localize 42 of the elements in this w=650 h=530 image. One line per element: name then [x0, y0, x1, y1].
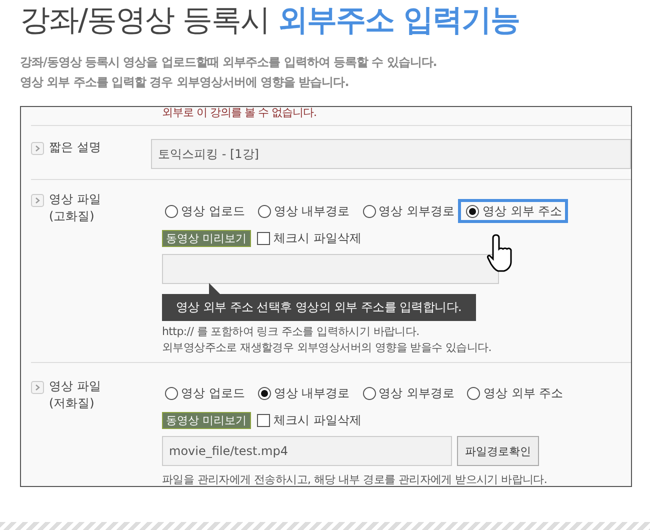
radio-button[interactable] [362, 386, 376, 400]
input-field[interactable] [162, 254, 499, 284]
path-check-button[interactable]: 파일경로확인 [457, 436, 539, 466]
description-text: 영상 외부 주소를 입력할 경우 외부영상서버에 영향을 받습니다. [20, 74, 350, 91]
field-label: (저화질) [49, 395, 96, 412]
field-label: 영상 파일 [49, 191, 101, 208]
radio-button[interactable] [467, 386, 480, 400]
checkbox-label: 체크시 파일삭제 [274, 412, 362, 429]
bullet-icon [31, 381, 44, 394]
preview-button[interactable]: 동영상 미리보기 [162, 412, 250, 429]
radio-label: 영상 외부 주소 [482, 202, 562, 220]
notice-text: 외부로 이 강의를 볼 수 없습니다. [162, 107, 316, 119]
help-text: 외부영상주소로 재생할경우 외부영상서버의 영향을 받을수 있습니다. [162, 340, 492, 356]
bullet-icon [31, 142, 44, 155]
checkbox[interactable] [256, 232, 270, 245]
radio-label: 영상 업로드 [181, 384, 245, 402]
radio-label: 영상 업로드 [181, 202, 245, 220]
input-field[interactable]: movie_file/test.mp4 [162, 436, 452, 466]
checkbox-label: 체크시 파일삭제 [274, 230, 362, 247]
page-title: 강좌/동영상 등록시 외부주소 입력기능 [20, 2, 521, 40]
field-label: 짧은 설명 [49, 139, 101, 156]
preview-button[interactable]: 동영상 미리보기 [162, 230, 250, 247]
radio-button[interactable] [165, 386, 178, 400]
radio-button[interactable] [466, 204, 480, 218]
radio-button[interactable] [258, 204, 271, 218]
tooltip: 영상 외부 주소 선택후 영상의 외부 주소를 입력합니다. [162, 283, 476, 321]
radio-label: 영상 외부경로 [378, 202, 454, 220]
field-label: 영상 파일 [49, 378, 101, 395]
radio-button[interactable] [258, 386, 271, 400]
help-text: http:// 를 포함하여 링크 주소를 입력하시기 바랍니다. [162, 324, 420, 340]
help-text: 파일을 관리자에게 전송하시고, 해당 내부 경로를 관리자에게 받으시기 바랍니다. [162, 472, 548, 486]
radio-label: 영상 내부경로 [274, 384, 350, 402]
radio-button[interactable] [165, 204, 178, 218]
radio-label: 영상 내부경로 [274, 202, 350, 220]
radio-label: 영상 외부 주소 [483, 384, 564, 402]
radio-label: 영상 외부경로 [378, 384, 454, 402]
bullet-icon [31, 194, 44, 207]
field-label: (고화질) [49, 208, 96, 225]
radio-button[interactable] [362, 204, 376, 218]
input-field[interactable]: 토익스피킹 - [1강] [151, 139, 631, 169]
description-text: 강좌/동영상 등록시 영상을 업로드할때 외부주소를 입력하여 등록할 수 있습니다. [20, 54, 438, 71]
checkbox[interactable] [256, 414, 270, 427]
